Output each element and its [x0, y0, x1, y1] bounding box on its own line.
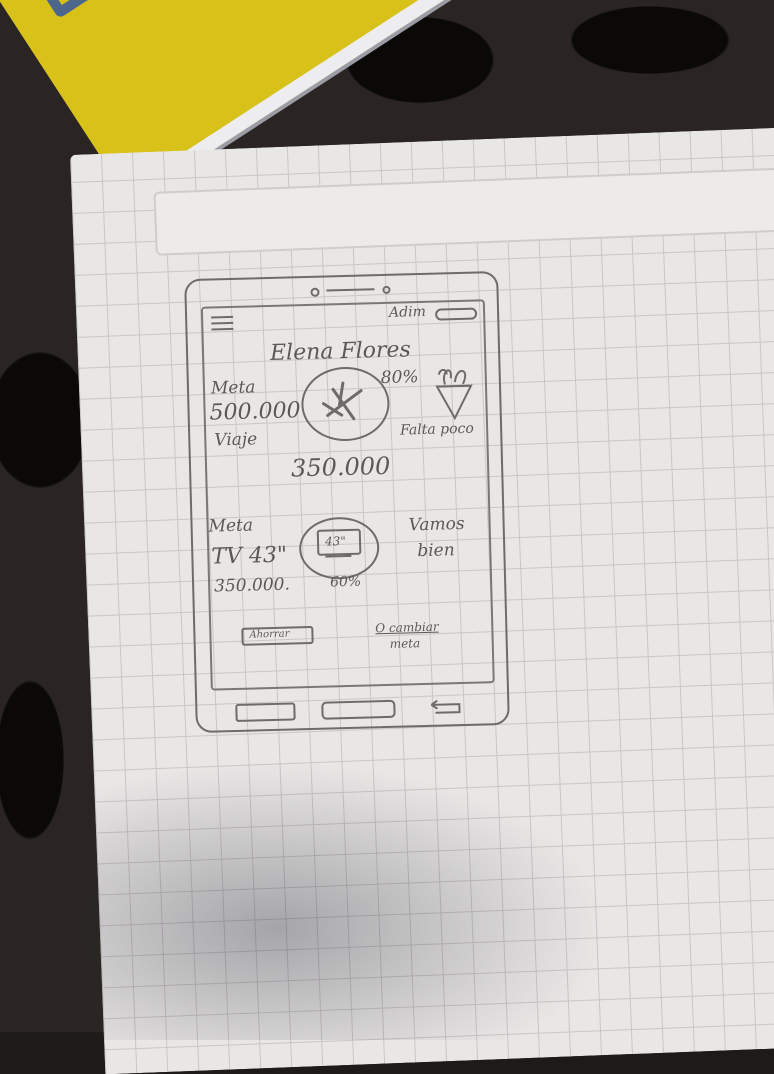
- change-goal-link-line1[interactable]: O cambiar: [375, 620, 439, 636]
- tv-icon: 43": [316, 528, 362, 556]
- home-button[interactable]: [321, 699, 396, 720]
- goal1-amount: 500.000: [209, 398, 301, 426]
- back-arrow-icon[interactable]: [427, 698, 463, 715]
- tv-stand: [325, 554, 352, 558]
- goal1-saved: 350.000: [290, 451, 391, 483]
- goal2-amount: 350.000.: [213, 574, 291, 597]
- speaker-slot: [326, 288, 375, 292]
- airplane-icon: [321, 381, 363, 421]
- admin-label[interactable]: Adim: [389, 304, 426, 321]
- goal2-circle[interactable]: 43": [298, 516, 381, 581]
- goal1-name: Viaje: [214, 429, 258, 451]
- goal2-status-line1: Vamos: [408, 513, 465, 536]
- goal1-circle[interactable]: [300, 365, 391, 443]
- tv-size-label: 43": [324, 534, 347, 549]
- sensor-icon: [382, 285, 391, 294]
- status-pill: [434, 307, 478, 321]
- paper-header-box: [153, 167, 774, 256]
- goal1-status: Falta poco: [399, 420, 475, 439]
- goal2-label: Meta: [208, 515, 254, 537]
- hand-shadow: [50, 760, 610, 1040]
- goal2-name: TV 43": [211, 542, 288, 570]
- camera-icon: [310, 287, 320, 297]
- goal1-percent: 80%: [380, 367, 419, 389]
- save-button[interactable]: Ahorrar: [241, 625, 314, 646]
- user-name: Elena Flores: [269, 337, 412, 366]
- phone-sketch: Adim Elena Flores Meta 500.000 Viaje 80%…: [184, 270, 510, 734]
- change-goal-link-line2[interactable]: meta: [390, 636, 421, 651]
- ice-cream-icon: [435, 368, 473, 421]
- goal2-status-line2: bien: [417, 540, 455, 562]
- phone-screen: Adim Elena Flores Meta 500.000 Viaje 80%…: [200, 299, 495, 691]
- recent-apps-button[interactable]: [235, 702, 296, 722]
- hamburger-menu-icon[interactable]: [211, 315, 234, 331]
- save-button-label: Ahorrar: [249, 628, 290, 641]
- goal1-label: Meta: [210, 377, 256, 399]
- goal2-percent: 60%: [329, 573, 362, 591]
